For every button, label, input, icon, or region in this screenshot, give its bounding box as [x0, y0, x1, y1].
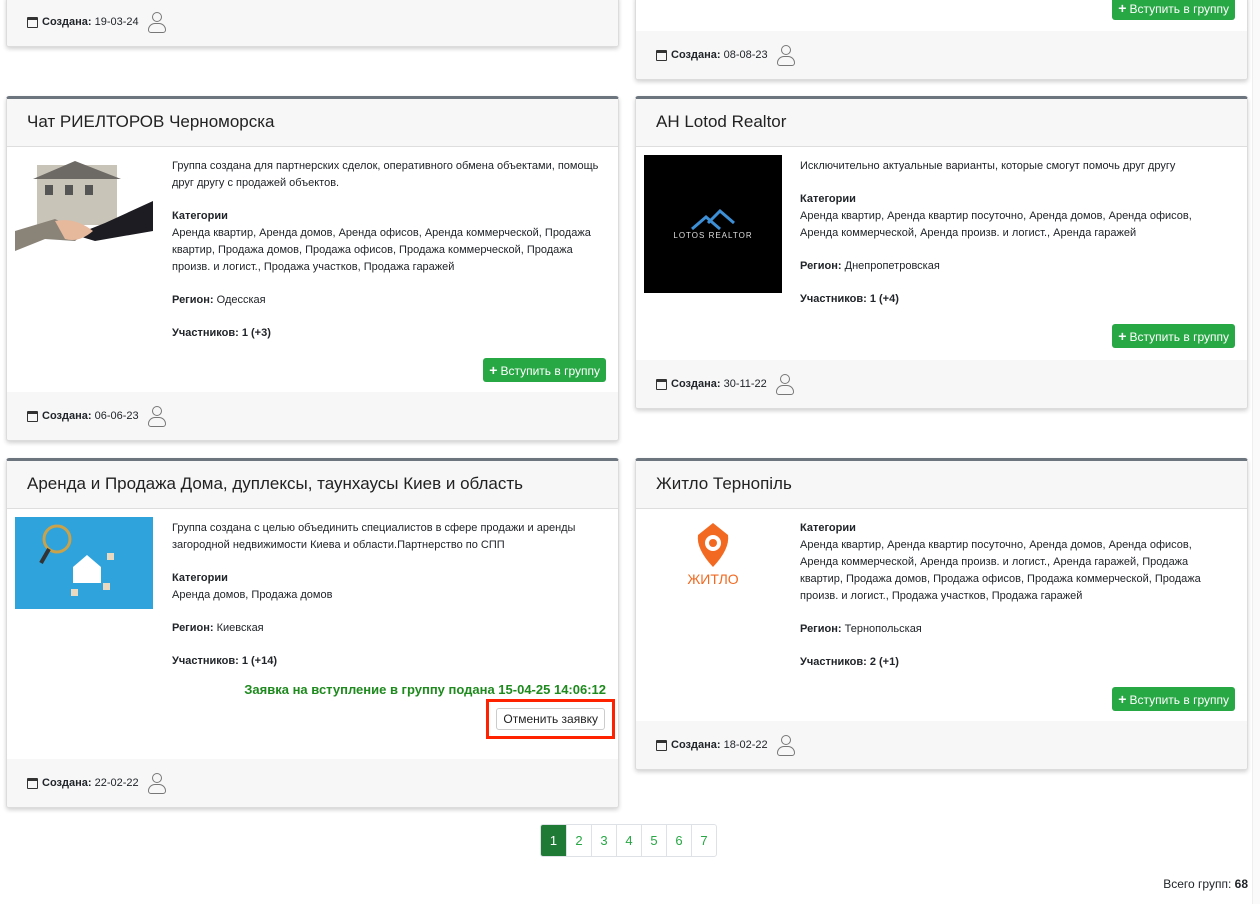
calendar-icon — [656, 49, 667, 61]
calendar-icon — [27, 410, 38, 422]
user-icon[interactable] — [147, 773, 166, 794]
card-footer: Создана: 18-02-22 — [636, 721, 1247, 769]
user-icon[interactable] — [147, 12, 166, 33]
handshake-house-image — [15, 161, 153, 251]
highlight-box: Отменить заявку — [486, 699, 615, 739]
card-footer: Создана: 19-03-24 — [7, 0, 618, 46]
group-card-partial-right: + Вступить в группу Создана: 08-08-23 — [635, 0, 1248, 80]
request-status: Заявка на вступление в группу подана 15-… — [244, 682, 606, 697]
group-card: Аренда и Продажа Дома, дуплексы, таунхау… — [6, 458, 619, 808]
card-footer: Создана: 30-11-22 — [636, 360, 1247, 408]
user-icon[interactable] — [147, 406, 166, 427]
card-title[interactable]: Аренда и Продажа Дома, дуплексы, таунхау… — [7, 461, 618, 509]
card-footer: Создана: 06-06-23 — [7, 392, 618, 440]
pagination: 1 2 3 4 5 6 7 — [540, 824, 717, 857]
group-card: АН Lotod Realtor LOTOS REALTOR Исключите… — [635, 96, 1248, 409]
join-group-button[interactable]: + Вступить в группу — [483, 358, 606, 382]
cancel-request-button[interactable]: Отменить заявку — [496, 708, 605, 730]
page-link[interactable]: 7 — [691, 825, 716, 856]
card-title[interactable]: Житло Тернопіль — [636, 461, 1247, 509]
calendar-icon — [27, 777, 38, 789]
join-group-button[interactable]: + Вступить в группу — [1112, 687, 1235, 711]
house-magnifier-image — [15, 517, 153, 609]
card-title[interactable]: Чат РИЕЛТОРОВ Черноморска — [7, 99, 618, 147]
total-groups: Всего групп: 68 — [1163, 877, 1248, 891]
card-title[interactable]: АН Lotod Realtor — [636, 99, 1247, 147]
user-icon[interactable] — [776, 45, 795, 66]
lotos-realtor-logo: LOTOS REALTOR — [644, 155, 782, 293]
join-group-button[interactable]: + Вступить в группу — [1112, 324, 1235, 348]
user-icon[interactable] — [776, 735, 795, 756]
calendar-icon — [656, 739, 667, 751]
scrollbar[interactable] — [1252, 0, 1260, 904]
group-card: Житло Тернопіль ЖИТЛО Категории Аренда кв… — [635, 458, 1248, 770]
page-link[interactable]: 2 — [566, 825, 591, 856]
calendar-icon — [656, 378, 667, 390]
calendar-icon — [27, 16, 38, 28]
page-link[interactable]: 4 — [616, 825, 641, 856]
page-link[interactable]: 1 — [541, 825, 566, 856]
page-link[interactable]: 3 — [591, 825, 616, 856]
page-link[interactable]: 6 — [666, 825, 691, 856]
card-footer: Создана: 22-02-22 — [7, 759, 618, 807]
zhytlo-logo: ЖИТЛО — [644, 517, 782, 655]
group-card-partial-left: Создана: 19-03-24 — [6, 0, 619, 47]
page-link[interactable]: 5 — [641, 825, 666, 856]
join-group-button[interactable]: + Вступить в группу — [1112, 0, 1235, 20]
card-footer: Создана: 08-08-23 — [636, 31, 1247, 79]
group-card: Чат РИЕЛТОРОВ Черноморска Группа создана… — [6, 96, 619, 441]
user-icon[interactable] — [775, 374, 794, 395]
